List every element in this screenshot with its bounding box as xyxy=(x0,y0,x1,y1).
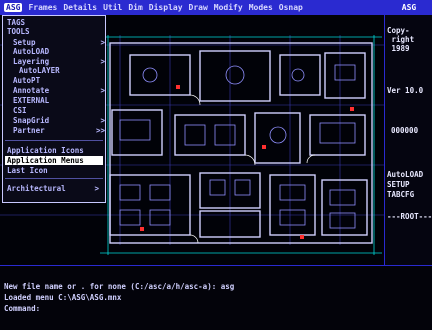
menu-draw[interactable]: Draw xyxy=(186,3,211,12)
menu-divider xyxy=(5,178,103,179)
menu-osnap[interactable]: Osnap xyxy=(276,3,306,12)
menu-details[interactable]: Details xyxy=(60,3,100,12)
chevron-right-icon: > xyxy=(100,38,105,47)
menu-item-autoload[interactable]: AutoLOAD xyxy=(13,47,109,56)
menu-item-label: CSI xyxy=(13,106,27,115)
command-history-line: Loaded menu C:\ASG\ASG.mnx xyxy=(4,293,122,302)
menu-item-label: Annotate xyxy=(13,86,50,95)
menu-item-application-menus[interactable]: Application Menus xyxy=(5,156,103,165)
side-menu-header[interactable]: ASG xyxy=(385,0,432,15)
menu-item-label: Layering xyxy=(13,57,50,66)
menu-modes[interactable]: Modes xyxy=(246,3,276,12)
screen-side-menu: ASG Copy- right 1989 Ver 10.0 000000 Aut… xyxy=(384,0,432,265)
menu-item-snapgrid[interactable]: SnapGrid > xyxy=(13,116,109,125)
menu-item-layering[interactable]: Layering > xyxy=(13,57,109,66)
menu-modify[interactable]: Modify xyxy=(211,3,246,12)
menu-display[interactable]: Display xyxy=(146,3,186,12)
chevron-right-icon: > xyxy=(100,116,105,125)
menu-item-label: Application Icons xyxy=(7,146,84,155)
chevron-right-icon: > xyxy=(94,184,99,193)
double-chevron-right-icon: >> xyxy=(95,126,105,135)
menu-dim[interactable]: Dim xyxy=(125,3,145,12)
menu-item-architectural[interactable]: Architectural > xyxy=(7,184,103,193)
menu-item-label: Last Icon xyxy=(7,166,48,175)
number-text: 000000 xyxy=(391,126,419,135)
menu-item-label: TAGS xyxy=(7,18,26,27)
chevron-right-icon: > xyxy=(100,86,105,95)
menu-item-label: Partner xyxy=(13,126,45,135)
command-prompt[interactable]: Command: xyxy=(4,304,40,313)
menu-item-label: EXTERNAL xyxy=(13,96,50,105)
menu-item-application-icons[interactable]: Application Icons xyxy=(7,146,103,155)
version-text: Ver 10.0 xyxy=(387,86,424,95)
asg-logo-menu[interactable]: ASG xyxy=(4,3,23,12)
menu-item-label: Architectural xyxy=(7,184,66,193)
menu-util[interactable]: Util xyxy=(100,3,125,12)
side-item-root[interactable]: ---ROOT--- xyxy=(387,212,432,221)
menu-item-csi[interactable]: CSI xyxy=(13,106,109,115)
chevron-right-icon: > xyxy=(100,57,105,66)
menu-item-tools[interactable]: TOOLS xyxy=(7,27,103,36)
menu-item-label: AutoLAYER xyxy=(19,66,60,75)
side-item-tabcfg[interactable]: TABCFG xyxy=(387,190,432,199)
menu-item-label: Application Menus xyxy=(7,156,84,165)
menu-item-setup[interactable]: Setup > xyxy=(13,38,109,47)
autocad-screen: ASG Frames Details Util Dim Display Draw… xyxy=(0,0,432,330)
side-item-setup[interactable]: SETUP xyxy=(387,180,432,189)
menu-item-external[interactable]: EXTERNAL xyxy=(13,96,109,105)
menu-item-autopt[interactable]: AutoPT xyxy=(13,76,109,85)
command-line-area[interactable]: New file name or . for none (C:/asc/a/h/… xyxy=(0,265,432,330)
menu-item-label: AutoPT xyxy=(13,76,41,85)
menu-divider xyxy=(5,140,103,141)
menu-item-annotate[interactable]: Annotate > xyxy=(13,86,109,95)
menu-item-label: TOOLS xyxy=(7,27,30,36)
menu-item-label: Setup xyxy=(13,38,36,47)
menu-item-partner[interactable]: Partner >> xyxy=(13,126,109,135)
menu-item-label: AutoLOAD xyxy=(13,47,50,56)
menu-bar: ASG Frames Details Util Dim Display Draw… xyxy=(0,0,384,15)
menu-item-last-icon[interactable]: Last Icon xyxy=(7,166,103,175)
menu-item-tags[interactable]: TAGS xyxy=(7,18,103,27)
tools-dropdown-menu: TAGS TOOLS Setup > AutoLOAD Layering > Aut… xyxy=(2,15,106,203)
side-item-autoload[interactable]: AutoLOAD xyxy=(387,170,432,179)
copyright-text: Copy- right 1989 xyxy=(387,26,415,53)
menu-item-label: SnapGrid xyxy=(13,116,50,125)
menu-item-autolayer[interactable]: AutoLAYER xyxy=(19,66,115,75)
menu-frames[interactable]: Frames xyxy=(25,3,60,12)
command-history-line: New file name or . for none (C:/asc/a/h/… xyxy=(4,282,235,291)
